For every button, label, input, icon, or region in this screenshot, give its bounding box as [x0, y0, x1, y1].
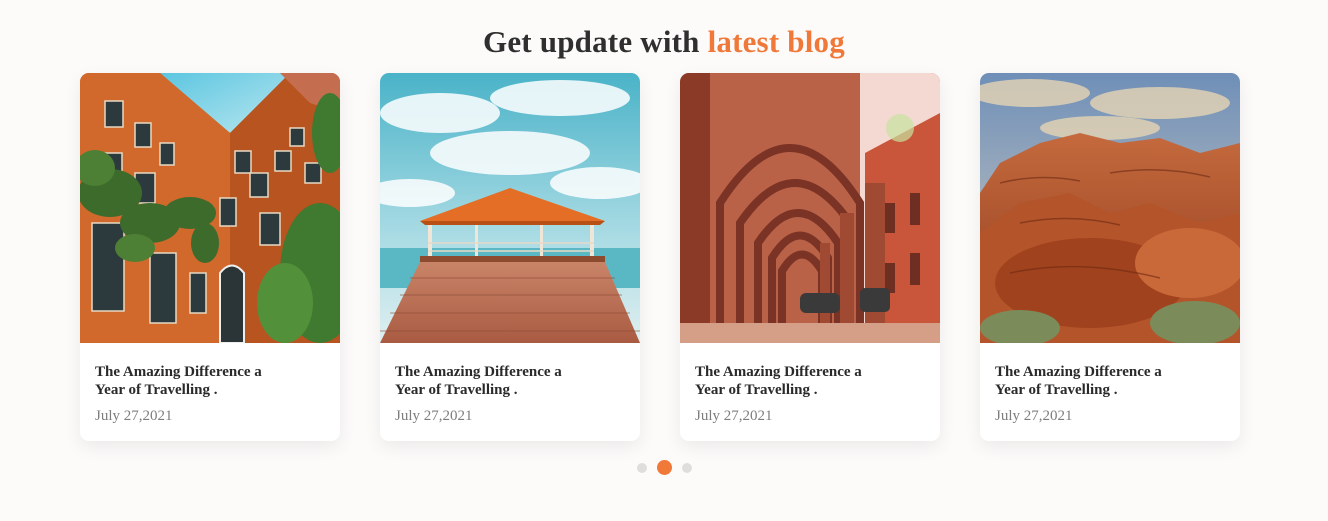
blog-card[interactable]: The Amazing Difference a Year of Travell… [80, 73, 340, 441]
blog-card-title[interactable]: The Amazing Difference a Year of Travell… [395, 363, 585, 399]
blog-card-title[interactable]: The Amazing Difference a Year of Travell… [695, 363, 885, 399]
blog-card[interactable]: The Amazing Difference a Year of Travell… [680, 73, 940, 441]
carousel-pagination [0, 460, 1328, 475]
blog-card[interactable]: The Amazing Difference a Year of Travell… [980, 73, 1240, 441]
blog-card[interactable]: The Amazing Difference a Year of Travell… [380, 73, 640, 441]
blog-card-date: July 27,2021 [395, 408, 473, 424]
carousel-dot[interactable] [681, 462, 692, 473]
blog-card-list: The Amazing Difference a Year of Travell… [80, 73, 1240, 441]
blog-card-date: July 27,2021 [995, 408, 1073, 424]
blog-card-title[interactable]: The Amazing Difference a Year of Travell… [995, 363, 1185, 399]
carousel-dot[interactable] [636, 462, 647, 473]
blog-card-title[interactable]: The Amazing Difference a Year of Travell… [95, 363, 285, 399]
carousel-dot-active[interactable] [656, 460, 672, 475]
blog-card-image[interactable] [80, 73, 340, 343]
heading-accent: latest blog [707, 24, 845, 59]
blog-card-date: July 27,2021 [95, 408, 173, 424]
heading-prefix: Get update with [483, 24, 700, 59]
blog-card-image[interactable] [980, 73, 1240, 343]
blog-card-image[interactable] [380, 73, 640, 343]
blog-card-image[interactable] [680, 73, 940, 343]
blog-card-date: July 27,2021 [695, 408, 773, 424]
section-heading: Get update with latest blog [0, 24, 1328, 60]
